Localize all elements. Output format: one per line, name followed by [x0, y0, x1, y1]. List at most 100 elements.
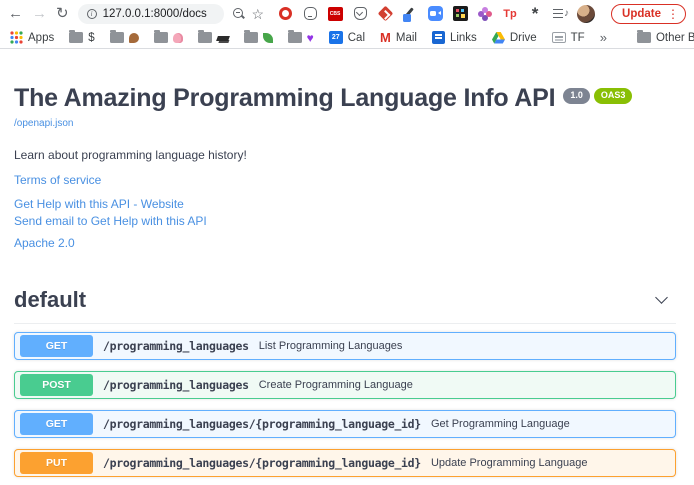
bookmark-folder-sprout[interactable] [244, 32, 273, 43]
tp-extension-icon[interactable]: Tp [502, 6, 518, 22]
method-badge: GET [20, 413, 93, 435]
version-badge: 1.0 [563, 88, 590, 104]
folder-icon [244, 32, 258, 43]
bookmark-folder-heart[interactable]: ♥ [288, 32, 314, 43]
zoom-camera-extension-icon[interactable] [427, 6, 443, 22]
pocket-extension-icon[interactable] [352, 6, 368, 22]
reload-icon[interactable]: ↻ [56, 6, 69, 21]
zoom-out-icon[interactable] [233, 8, 242, 20]
method-badge: GET [20, 335, 93, 357]
chat-bubble-extension-icon[interactable] [302, 6, 318, 22]
bookmark-links[interactable]: Links [432, 31, 477, 44]
openapi-spec-link[interactable]: /openapi.json [14, 118, 74, 129]
endpoint-summary: Create Programming Language [259, 379, 413, 391]
bookmark-cal[interactable]: 27 Cal [329, 31, 365, 44]
update-label: Update [622, 8, 661, 20]
method-badge: PUT [20, 452, 93, 474]
links-icon [432, 31, 445, 44]
endpoint-row[interactable]: PUT /programming_languages/{programming_… [14, 449, 676, 477]
bookmark-label: Drive [510, 32, 537, 44]
cbs-extension-icon[interactable]: CBS [327, 6, 343, 22]
folder-icon [637, 32, 651, 43]
folder-icon [69, 32, 83, 43]
bookmark-folder-gradcap[interactable] [198, 32, 229, 43]
bookmark-folder-brain[interactable] [154, 32, 183, 43]
address-bar[interactable]: i 127.0.0.1:8000/docs [78, 4, 225, 24]
bookmark-label: Cal [348, 32, 365, 44]
tag-section-default[interactable]: default [14, 287, 676, 324]
apps-grid-icon [10, 31, 23, 44]
bookmarks-overflow-chevron[interactable]: » [600, 30, 607, 45]
bookmark-star-icon[interactable]: ☆ [251, 7, 264, 21]
brain-emoji-icon [173, 33, 183, 43]
oas3-badge: OAS3 [594, 88, 633, 104]
google-drive-icon [492, 32, 505, 44]
bookmark-apps[interactable]: Apps [10, 31, 54, 44]
version-badges: 1.0 OAS3 [563, 88, 632, 104]
bookmark-label: Apps [28, 32, 54, 44]
contact-website-link[interactable]: Get Help with this API - Website [14, 197, 676, 211]
profile-avatar[interactable] [577, 5, 595, 23]
method-badge: POST [20, 374, 93, 396]
swagger-page: The Amazing Programming Language Info AP… [0, 85, 694, 485]
chrome-update-button[interactable]: Update ⋮ [611, 4, 686, 24]
purple-flower-extension-icon[interactable] [477, 6, 493, 22]
folder-icon [110, 32, 124, 43]
graduation-cap-emoji-icon [216, 36, 230, 41]
bookmark-label: Mail [396, 32, 417, 44]
endpoint-path: /programming_languages [103, 378, 249, 392]
endpoint-row[interactable]: GET /programming_languages/{programming_… [14, 410, 676, 438]
terms-of-service-link[interactable]: Terms of service [14, 173, 676, 187]
browser-chrome: ← → ↻ i 127.0.0.1:8000/docs ☆ CBS Tp * [0, 0, 694, 49]
playlist-extension-icon[interactable] [552, 6, 568, 22]
folder-icon [288, 32, 302, 43]
bookmark-folder-dollar[interactable]: $ [69, 32, 94, 44]
pixel-art-extension-icon[interactable] [452, 6, 468, 22]
endpoint-summary: Update Programming Language [431, 457, 588, 469]
pinwheel-extension-icon[interactable]: * [527, 6, 543, 22]
bookmarks-bar: Apps $ ♥ 27 Cal M [0, 27, 694, 49]
bookmark-label: TF [571, 32, 585, 44]
bookmark-label: Other Bookmarks [656, 32, 694, 44]
gmail-icon: M [380, 31, 391, 44]
menu-kebab-icon[interactable]: ⋮ [665, 8, 681, 20]
contact-email-link[interactable]: Send email to Get Help with this API [14, 214, 676, 228]
bookmark-mail[interactable]: M Mail [380, 31, 417, 44]
bookmark-label: $ [88, 32, 94, 44]
bookmark-label: Links [450, 32, 477, 44]
folder-icon [198, 32, 212, 43]
page-title: The Amazing Programming Language Info AP… [14, 85, 555, 113]
endpoint-summary: List Programming Languages [259, 340, 403, 352]
endpoint-summary: Get Programming Language [431, 418, 570, 430]
url-text: 127.0.0.1:8000/docs [103, 8, 207, 20]
purple-heart-emoji-icon: ♥ [307, 33, 314, 43]
red-diamond-extension-icon[interactable] [377, 6, 393, 22]
back-icon[interactable]: ← [8, 6, 23, 21]
section-title: default [14, 287, 86, 313]
bookmark-folder-horse[interactable] [110, 32, 139, 43]
site-info-icon[interactable]: i [87, 9, 97, 19]
endpoint-list: GET /programming_languages List Programm… [14, 332, 676, 485]
forward-icon[interactable]: → [32, 6, 47, 21]
license-link[interactable]: Apache 2.0 [14, 236, 676, 250]
calendar-icon: 27 [329, 31, 343, 44]
tf-card-icon [552, 32, 566, 43]
eyedropper-extension-icon[interactable] [402, 6, 418, 22]
endpoint-row[interactable]: POST /programming_languages Create Progr… [14, 371, 676, 399]
bookmark-tf[interactable]: TF [552, 32, 585, 44]
folder-icon [154, 32, 168, 43]
green-sprout-emoji-icon [263, 33, 273, 43]
bookmark-other-bookmarks[interactable]: Other Bookmarks [637, 32, 694, 44]
endpoint-path: /programming_languages/{programming_lang… [103, 417, 421, 431]
api-description: Learn about programming language history… [14, 148, 676, 162]
horse-emoji-icon [129, 33, 139, 43]
endpoint-path: /programming_languages/{programming_lang… [103, 456, 421, 470]
api-title-row: The Amazing Programming Language Info AP… [14, 85, 676, 113]
bookmark-drive[interactable]: Drive [492, 32, 537, 44]
browser-toolbar: ← → ↻ i 127.0.0.1:8000/docs ☆ CBS Tp * [0, 0, 694, 27]
extensions-area: CBS Tp * [277, 6, 568, 22]
chevron-down-icon[interactable] [655, 291, 668, 304]
endpoint-path: /programming_languages [103, 339, 249, 353]
red-ring-extension-icon[interactable] [277, 6, 293, 22]
endpoint-row[interactable]: GET /programming_languages List Programm… [14, 332, 676, 360]
